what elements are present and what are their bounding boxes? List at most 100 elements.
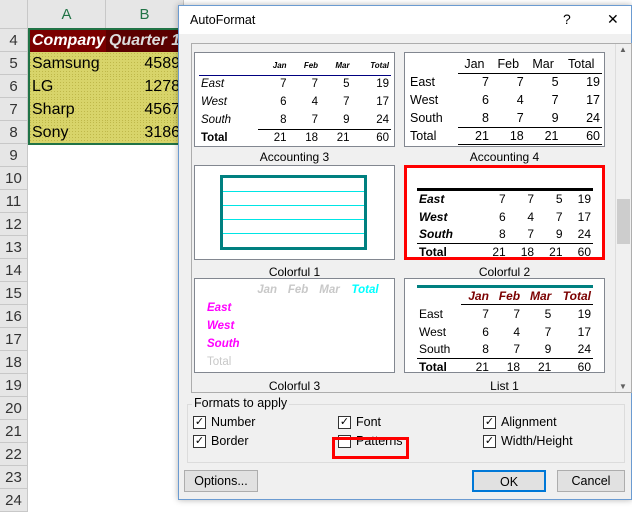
help-button[interactable]: ? — [563, 11, 571, 27]
sample-cell: 7 — [482, 306, 489, 321]
sample-cell: 24 — [577, 342, 591, 357]
sample-cell: 8 — [280, 113, 287, 126]
row-header[interactable]: 14 — [0, 259, 28, 282]
row-header[interactable]: 19 — [0, 374, 28, 397]
sample-cell: 7 — [280, 78, 287, 91]
sample-cell: 7 — [516, 75, 524, 90]
checkbox-width-height[interactable]: ✓ Width/Height — [483, 434, 573, 448]
autoformat-dialog: AutoFormat ? ✕ Jan Feb Mar Total East 7 7 5 19 We… — [178, 5, 632, 500]
checkmark-icon[interactable]: ✓ — [338, 415, 351, 429]
row-header[interactable]: 20 — [0, 397, 28, 420]
scroll-down-icon[interactable]: ▼ — [619, 382, 627, 391]
sample-cell: South — [410, 111, 443, 125]
row-header[interactable]: 15 — [0, 282, 28, 305]
ok-label: OK — [499, 475, 519, 489]
sample-cell: 4 — [516, 93, 524, 107]
sample-cell: 24 — [586, 110, 600, 125]
sample-cell: 18 — [490, 358, 523, 372]
row-header[interactable]: 10 — [0, 167, 28, 190]
checkmark-icon[interactable]: ✓ — [193, 434, 206, 448]
row-header[interactable]: 18 — [0, 351, 28, 374]
column-header-b[interactable]: B — [106, 0, 184, 29]
sample-cell: 17 — [577, 324, 591, 339]
sample-cell: 7 — [343, 96, 350, 108]
sample-cell: 7 — [513, 306, 521, 321]
format-label: Colorful 3 — [268, 379, 321, 393]
sample-cell: 21 — [457, 126, 491, 146]
sample-cell: 21 — [525, 126, 561, 146]
options-button[interactable]: Options... — [184, 470, 258, 492]
sample-cell: 18 — [490, 126, 526, 146]
sample-cell: 7 — [311, 78, 319, 91]
sample-cell: Total — [351, 57, 391, 76]
sample-cell: 17 — [376, 96, 389, 108]
row-header[interactable]: 8 — [0, 121, 28, 144]
sample-cell: 7 — [311, 113, 319, 126]
sample-cell: Feb — [287, 284, 309, 296]
checkbox-border[interactable]: ✓ Border — [193, 434, 249, 448]
sample-cell: 24 — [577, 227, 591, 242]
sample-cell: 6 — [481, 93, 489, 107]
sample-cell: Mar — [320, 57, 352, 76]
select-all-corner[interactable] — [0, 0, 28, 29]
row-header[interactable]: 7 — [0, 98, 28, 121]
sample-cell: South — [419, 342, 451, 357]
scroll-up-icon[interactable]: ▲ — [619, 45, 627, 54]
sample-cell: 19 — [586, 75, 600, 90]
checkmark-icon[interactable]: ✓ — [483, 415, 496, 429]
sample-cell: 5 — [536, 188, 565, 208]
sample-cell: 19 — [577, 306, 591, 321]
format-label: List 1 — [490, 379, 519, 393]
sample-cell — [199, 57, 258, 76]
sample-cell: 5 — [343, 78, 350, 91]
column-header-a[interactable]: A — [28, 0, 106, 29]
row-header[interactable]: 21 — [0, 420, 28, 443]
row-header[interactable]: 17 — [0, 328, 28, 351]
format-list-1[interactable]: Jan Feb Mar Total East 7 7 5 19 West 6 4 7 17 South 8 7 9… — [404, 278, 605, 373]
row-header[interactable]: 6 — [0, 75, 28, 98]
row-header[interactable]: 22 — [0, 443, 28, 466]
row-header[interactable]: 23 — [0, 466, 28, 489]
format-colorful-1[interactable] — [194, 165, 395, 260]
sample-cell: 7 — [479, 188, 508, 208]
sample-cell: Jan — [460, 286, 491, 305]
format-colorful-3[interactable]: Jan Feb Mar Total East West South Total — [194, 278, 395, 373]
row-header[interactable]: 4 — [0, 29, 28, 52]
sample-cell: 60 — [553, 358, 593, 372]
row-header[interactable]: 11 — [0, 190, 28, 213]
checkbox-number[interactable]: ✓ Number — [193, 415, 255, 429]
close-button[interactable]: ✕ — [607, 11, 619, 28]
sample-cell: Feb — [490, 286, 523, 305]
sample-cell — [417, 287, 461, 305]
row-header[interactable]: 12 — [0, 213, 28, 236]
sample-cell: 7 — [555, 209, 563, 224]
sample-cell: 18 — [288, 128, 321, 146]
row-header[interactable]: 5 — [0, 52, 28, 75]
selection-border — [28, 28, 180, 145]
colorful-1-preview — [220, 175, 367, 250]
row-header[interactable]: 9 — [0, 144, 28, 167]
checkbox-font[interactable]: ✓ Font — [338, 415, 381, 429]
sample-cell: Total — [560, 55, 602, 74]
checkbox-alignment[interactable]: ✓ Alignment — [483, 415, 557, 429]
sample-cell: 19 — [376, 78, 389, 91]
sample-cell: 7 — [527, 227, 535, 242]
row-header[interactable]: 13 — [0, 236, 28, 259]
sample-cell: 4 — [311, 96, 319, 108]
checkmark-icon[interactable]: ✓ — [193, 415, 206, 429]
format-accounting-3[interactable]: Jan Feb Mar Total East 7 7 5 19 West 6 4 7 17 South 8 7 9… — [194, 52, 395, 147]
gallery-scrollbar[interactable]: ▲ ▼ — [615, 44, 631, 392]
scrollbar-thumb[interactable] — [617, 199, 630, 244]
cancel-button[interactable]: Cancel — [557, 470, 625, 492]
format-colorful-2[interactable]: East 7 7 5 19 West 6 4 7 17 South 8 7 9 24 Total 21 18 21 6… — [404, 165, 605, 260]
sample-cell: 60 — [564, 243, 593, 257]
format-accounting-4[interactable]: Jan Feb Mar Total East 7 7 5 19 West 6 4 7 17 South 8 7 9… — [404, 52, 605, 147]
checkmark-icon[interactable]: ✓ — [483, 434, 496, 448]
row-header[interactable]: 16 — [0, 305, 28, 328]
row-header[interactable]: 24 — [0, 489, 28, 512]
format-label: Accounting 3 — [259, 150, 330, 164]
dialog-title: AutoFormat — [190, 13, 256, 27]
format-gallery[interactable]: Jan Feb Mar Total East 7 7 5 19 West 6 4 7 17 South 8 7 9… — [191, 43, 632, 393]
ok-button[interactable]: OK — [472, 470, 546, 492]
sample-cell: 9 — [551, 110, 559, 125]
